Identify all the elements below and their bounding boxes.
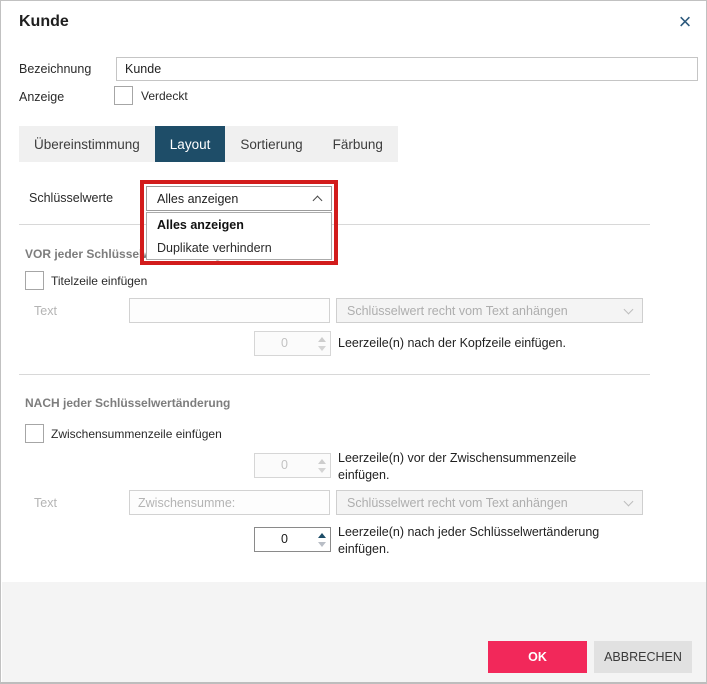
tab-bar: Übereinstimmung Layout Sortierung Färbun… <box>19 126 398 162</box>
hidden-checkbox[interactable] <box>114 86 133 105</box>
key-field-dialog: Kunde × Bezeichnung Anzeige Verdeckt Übe… <box>0 0 707 684</box>
key-values-label: Schlüsselwerte <box>29 191 113 205</box>
key-values-dropdown-list: Alles anzeigen Duplikate verhindern <box>146 212 332 260</box>
chevron-up-icon <box>313 196 323 206</box>
tab-sortierung[interactable]: Sortierung <box>225 126 317 162</box>
separator-line <box>19 374 650 375</box>
name-field-label: Bezeichnung <box>19 62 91 76</box>
after-text-label: Text <box>34 496 57 510</box>
spin-down-icon <box>318 346 326 351</box>
spin-down-button[interactable] <box>318 542 326 547</box>
separator-line <box>19 224 650 225</box>
before-blank-lines-caption: Leerzeile(n) nach der Kopfzeile einfügen… <box>338 335 566 352</box>
spinner-value: 0 <box>255 454 314 477</box>
before-text-label: Text <box>34 304 57 318</box>
after-blank-lines-before-caption: Leerzeile(n) vor der Zwischensummenzeile… <box>338 450 623 483</box>
subtotal-row-checkbox[interactable] <box>25 424 44 443</box>
tab-layout[interactable]: Layout <box>155 126 226 162</box>
close-icon[interactable]: × <box>671 9 699 37</box>
name-input[interactable] <box>116 57 698 81</box>
after-text-input <box>129 490 330 515</box>
after-blank-lines-caption: Leerzeile(n) nach jeder Schlüsselwertänd… <box>338 524 653 557</box>
chevron-down-icon <box>624 304 634 314</box>
key-values-dropdown-value: Alles anzeigen <box>157 192 314 206</box>
dropdown-option-duplikate-verhindern[interactable]: Duplikate verhindern <box>147 236 331 259</box>
spin-up-button[interactable] <box>318 533 326 538</box>
spin-up-icon <box>318 337 326 342</box>
after-append-select: Schlüsselwert recht vom Text anhängen <box>336 490 643 515</box>
dropdown-option-alles-anzeigen[interactable]: Alles anzeigen <box>147 213 331 236</box>
before-text-input <box>129 298 330 323</box>
tab-faerbung[interactable]: Färbung <box>318 126 398 162</box>
before-append-select-value: Schlüsselwert recht vom Text anhängen <box>347 304 568 318</box>
cancel-button[interactable]: ABBRECHEN <box>594 641 692 673</box>
title-row-checkbox[interactable] <box>25 271 44 290</box>
dialog-title: Kunde <box>19 13 69 31</box>
hidden-checkbox-label: Verdeckt <box>141 89 188 103</box>
key-values-dropdown[interactable]: Alles anzeigen <box>146 186 332 211</box>
after-blank-lines-spinner[interactable]: 0 <box>254 527 331 552</box>
after-section-title: NACH jeder Schlüsselwertänderung <box>25 396 230 410</box>
spinner-value: 0 <box>255 332 314 355</box>
display-field-label: Anzeige <box>19 90 64 104</box>
chevron-down-icon <box>624 496 634 506</box>
spin-down-icon <box>318 468 326 473</box>
after-append-select-value: Schlüsselwert recht vom Text anhängen <box>347 496 568 510</box>
title-row-checkbox-label: Titelzeile einfügen <box>51 274 147 288</box>
spin-up-icon <box>318 459 326 464</box>
ok-button[interactable]: OK <box>488 641 587 673</box>
after-blank-lines-before-spinner: 0 <box>254 453 331 478</box>
spinner-value: 0 <box>255 528 314 551</box>
before-append-select: Schlüsselwert recht vom Text anhängen <box>336 298 643 323</box>
tab-uebereinstimmung[interactable]: Übereinstimmung <box>19 126 155 162</box>
subtotal-row-checkbox-label: Zwischensummenzeile einfügen <box>51 427 222 441</box>
before-blank-lines-spinner: 0 <box>254 331 331 356</box>
